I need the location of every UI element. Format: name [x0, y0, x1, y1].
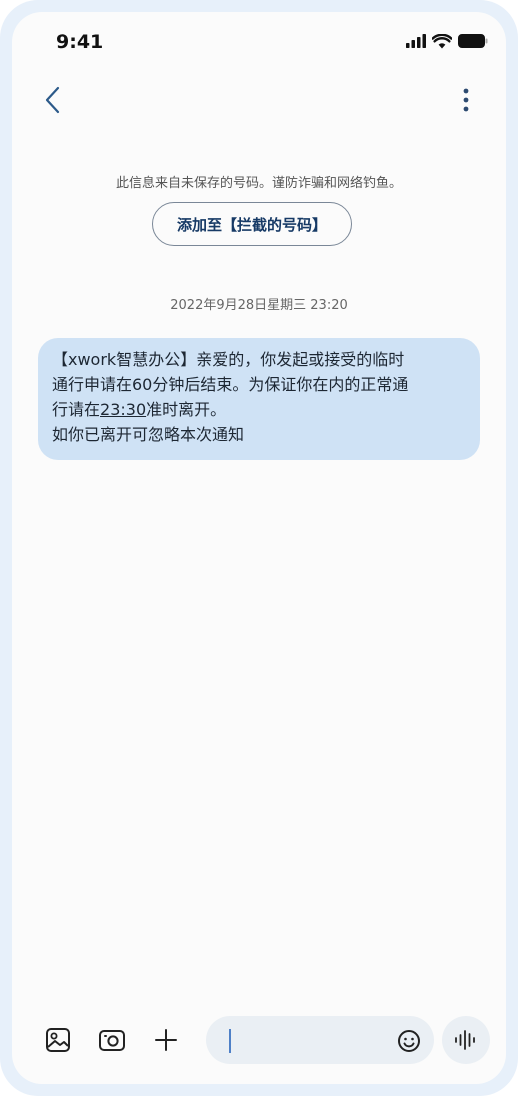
- smiley-icon: [398, 1030, 420, 1052]
- plus-icon: [155, 1029, 177, 1051]
- emoji-button[interactable]: [396, 1028, 422, 1054]
- waveform-icon: [455, 1030, 475, 1050]
- phone-screen: 9:41 此信息来自未保存的号码。谨防诈骗和网络钓鱼。 添加至【拦截的号码】 2…: [12, 12, 506, 1084]
- wifi-icon: [432, 33, 452, 48]
- message-text: 行请在: [52, 400, 101, 419]
- message-line: 如你已离开可忽略本次通知: [52, 425, 245, 444]
- image-icon: [46, 1028, 70, 1052]
- text-cursor: [229, 1029, 231, 1053]
- battery-icon: [458, 34, 488, 48]
- unsaved-number-warning: 此信息来自未保存的号码。谨防诈骗和网络钓鱼。: [115, 176, 402, 191]
- status-time: 9:41: [56, 31, 104, 53]
- message-text: 准时离开。: [146, 400, 227, 419]
- more-options-button[interactable]: [456, 84, 476, 116]
- message-line: 【xwork智慧办公】亲爱的，你发起或接受的临时: [52, 350, 405, 369]
- gallery-button[interactable]: [42, 1024, 74, 1056]
- voice-message-button[interactable]: [442, 1016, 490, 1064]
- add-to-blocked-button[interactable]: 添加至【拦截的号码】: [152, 202, 352, 246]
- composer-bar: [12, 1012, 506, 1070]
- message-input[interactable]: [228, 1026, 392, 1056]
- camera-button[interactable]: [96, 1024, 128, 1056]
- message-field[interactable]: [206, 1016, 434, 1064]
- message-timestamp: 2022年9月28日星期三 23:20: [170, 298, 348, 313]
- back-button[interactable]: [38, 82, 68, 118]
- status-icons: [406, 33, 488, 49]
- status-bar: 9:41: [12, 12, 506, 66]
- device-frame: 9:41 此信息来自未保存的号码。谨防诈骗和网络钓鱼。 添加至【拦截的号码】 2…: [0, 0, 518, 1096]
- add-attachment-button[interactable]: [150, 1024, 182, 1056]
- message-line: 通行申请在60分钟后结束。为保证你在内的正常通: [52, 375, 409, 394]
- message-bubble[interactable]: 【xwork智慧办公】亲爱的，你发起或接受的临时 通行申请在60分钟后结束。为保…: [38, 338, 480, 460]
- camera-icon: [99, 1030, 125, 1051]
- nav-bar: [12, 78, 506, 122]
- more-vertical-icon: [463, 88, 469, 112]
- message-line: 行请在23:30准时离开。: [52, 397, 468, 422]
- signal-icon: [406, 34, 426, 48]
- time-link[interactable]: 23:30: [100, 400, 146, 419]
- chevron-left-icon: [45, 86, 60, 114]
